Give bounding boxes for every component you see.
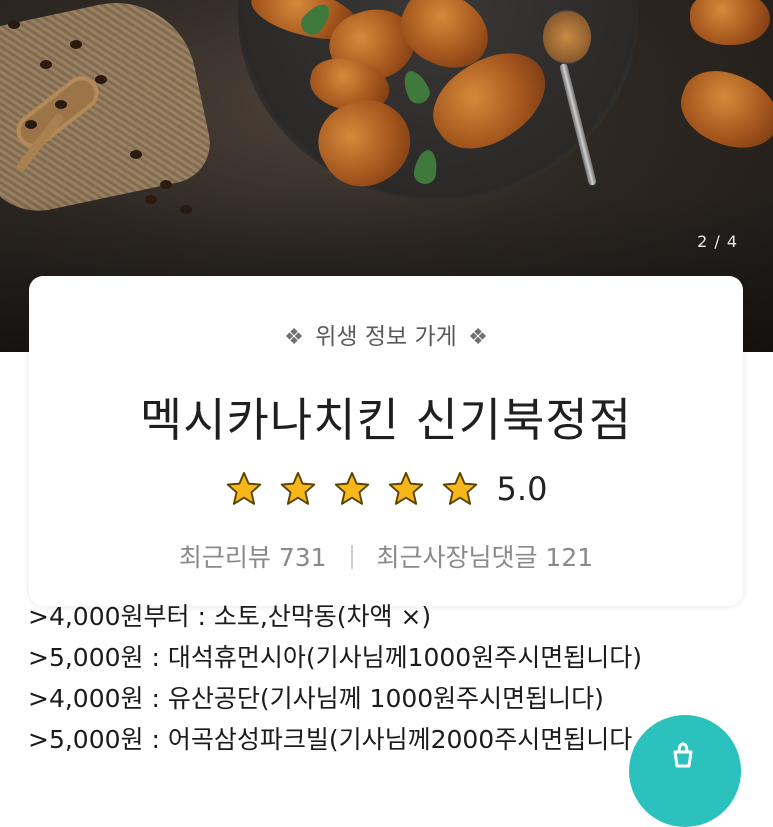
- star-icon: [334, 471, 369, 505]
- star-icon: [280, 471, 315, 505]
- review-stats: 최근리뷰 731 최근사장님댓글 121: [29, 538, 743, 574]
- recent-reviews-label: 최근리뷰: [178, 543, 271, 572]
- recent-reviews-link[interactable]: 최근리뷰 731: [179, 543, 335, 572]
- star-icon: [388, 471, 423, 505]
- owner-comments-link[interactable]: 최근사장님댓글 121: [376, 543, 593, 572]
- delivery-note: >4,000원 : 유산공단(기사님께 1000원주시면됩니다): [28, 684, 604, 713]
- owner-comments-label: 최근사장님댓글: [376, 543, 538, 572]
- ornament-icon: ❖: [468, 325, 488, 350]
- image-pager: 2 / 4: [697, 232, 738, 251]
- hygiene-badge-label: 위생 정보 가게: [315, 324, 457, 350]
- star-icon: [442, 471, 477, 505]
- rating-score: 5.0: [496, 470, 548, 508]
- rating-row: 5.0: [29, 470, 743, 508]
- store-name: 멕시카나치킨 신기북정점: [139, 393, 633, 447]
- star-icon: [226, 471, 261, 505]
- rating-stars: [225, 470, 479, 508]
- delivery-note: >5,000원 : 대석휴먼시아(기사님께1000원주시면됩니다): [28, 643, 642, 672]
- store-info-card: ❖ 위생 정보 가게 ❖ 멕시카나치킨 신기북정점 5.0 최근리뷰 731 최…: [29, 276, 743, 606]
- cart-button[interactable]: [629, 715, 741, 827]
- owner-comments-count: 121: [545, 543, 594, 572]
- hygiene-badge[interactable]: ❖ 위생 정보 가게 ❖: [29, 317, 743, 351]
- cart-icon: [673, 742, 693, 768]
- stats-divider: [350, 545, 353, 569]
- recent-reviews-count: 731: [278, 543, 327, 572]
- ornament-icon: ❖: [284, 325, 304, 350]
- delivery-note: >4,000원부터 : 소토,산막동(차액 ×): [28, 602, 432, 631]
